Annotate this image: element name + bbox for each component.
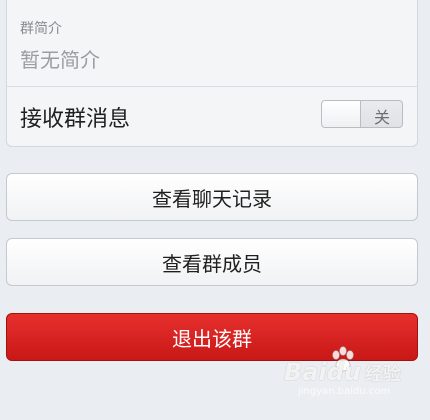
receive-messages-label: 接收群消息 <box>20 107 131 132</box>
view-chat-history-button[interactable]: 查看聊天记录 <box>6 173 418 221</box>
baidu-jingyan-watermark: Baidu 经验 jingyan.baidu.com <box>284 346 424 397</box>
group-intro-value: 暂无简介 <box>20 48 100 72</box>
toggle-state-text: 关 <box>374 108 391 127</box>
watermark-brand-suffix: 经验 <box>364 364 401 385</box>
watermark-brand-du: du <box>326 358 361 386</box>
receive-messages-toggle[interactable]: 关 <box>321 100 403 128</box>
receive-messages-row: 接收群消息 关 <box>7 87 417 146</box>
watermark-brand: Baidu 经验 <box>284 358 401 386</box>
group-intro-label: 群简介 <box>20 21 62 37</box>
watermark-brand-text: Bai <box>284 358 327 386</box>
view-group-members-button[interactable]: 查看群成员 <box>6 238 418 286</box>
toggle-knob <box>322 101 361 127</box>
group-info-card: 群简介 暂无简介 接收群消息 关 <box>6 0 418 147</box>
watermark-url: jingyan.baidu.com <box>298 386 391 397</box>
